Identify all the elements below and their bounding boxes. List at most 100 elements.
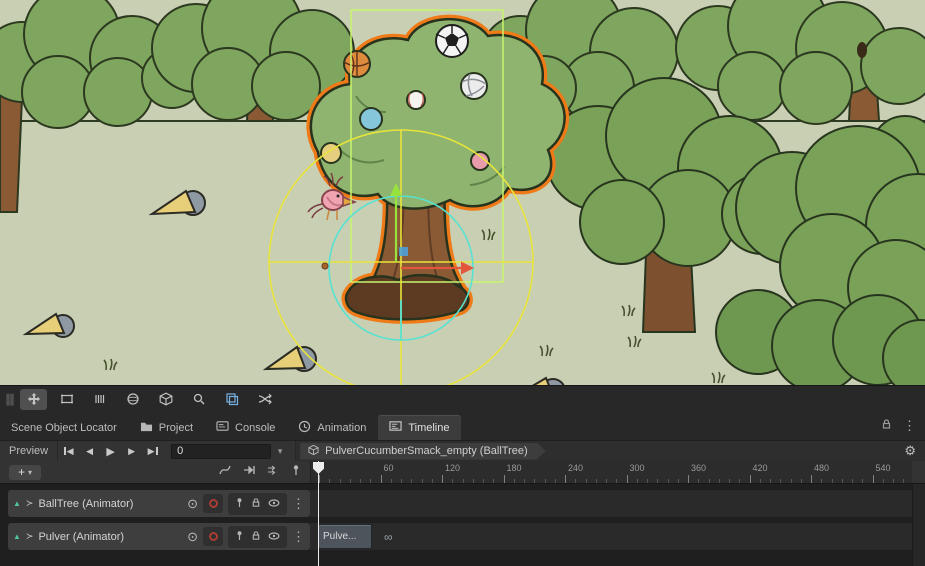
- clip-label: Pulve...: [323, 531, 356, 542]
- track-lane[interactable]: [310, 523, 913, 550]
- animator-icon: ▲: [13, 533, 21, 541]
- tab-bar: Scene Object Locator Project Console Ani…: [0, 412, 925, 440]
- next-frame-button[interactable]: ▶: [121, 441, 142, 462]
- basketball: [344, 51, 370, 77]
- vertical-scrollbar[interactable]: [912, 484, 925, 566]
- timeline-tracks-area: ▲ ≻ BallTree (Animator) ⊙ ⋮ ▲ ≻ Pulver (…: [0, 483, 925, 566]
- toolbar-drag-handle[interactable]: ∥∥: [5, 392, 13, 406]
- ruler-label: 300: [630, 463, 645, 473]
- plus-icon: +: [18, 465, 25, 479]
- target-icon[interactable]: ⊙: [187, 530, 198, 543]
- tab-scene-object-locator[interactable]: Scene Object Locator: [0, 415, 128, 440]
- previous-frame-button[interactable]: ◀: [79, 441, 100, 462]
- baseball: [407, 91, 425, 109]
- ruler-label: 420: [753, 463, 768, 473]
- console-icon: [216, 420, 229, 435]
- rect-tool-icon[interactable]: [53, 389, 80, 410]
- ruler-label: 240: [568, 463, 583, 473]
- breadcrumb-label: PulverCucumberSmack_empty (BallTree): [325, 445, 528, 457]
- timeline-clip[interactable]: Pulve...: [318, 524, 372, 549]
- track-type-icon: ≻: [26, 531, 34, 542]
- clock-icon: [298, 420, 311, 436]
- timeline-body: +▾ 60120180240300360420480540 ▲ ≻ BallTr…: [0, 461, 925, 566]
- scene-view[interactable]: [0, 0, 925, 385]
- preview-label: Preview: [9, 445, 48, 457]
- ruler-label: 480: [814, 463, 829, 473]
- go-to-end-button[interactable]: ▶: [142, 441, 163, 462]
- pin-icon[interactable]: [291, 463, 301, 481]
- breadcrumb[interactable]: PulverCucumberSmack_empty (BallTree): [300, 443, 546, 460]
- kebab-menu-icon[interactable]: ⋮: [292, 529, 305, 545]
- pin-icon[interactable]: [235, 495, 244, 513]
- tab-animation[interactable]: Animation: [287, 415, 377, 440]
- ruler-label: 60: [384, 463, 394, 473]
- infinity-icon: ∞: [384, 524, 393, 549]
- move-tool-icon[interactable]: [20, 389, 47, 410]
- ruler-tick: [688, 475, 689, 483]
- timeline-track-toolbar: +▾ 60120180240300360420480540: [0, 461, 925, 483]
- tab-label: Console: [235, 422, 275, 434]
- frame-options-dropdown[interactable]: ▾: [271, 446, 289, 457]
- tab-project[interactable]: Project: [129, 415, 204, 440]
- track-header-pulver[interactable]: ▲ ≻ Pulver (Animator) ⊙ ⋮: [8, 523, 310, 550]
- pivot-dot: [322, 263, 328, 269]
- tab-timeline[interactable]: Timeline: [378, 415, 460, 440]
- curves-toggle-icon[interactable]: [219, 463, 231, 481]
- track-header-balltree[interactable]: ▲ ≻ BallTree (Animator) ⊙ ⋮: [8, 490, 310, 517]
- ruler-tick: [565, 475, 566, 483]
- track-lane[interactable]: [310, 490, 913, 517]
- track-type-icon: ≻: [26, 498, 34, 509]
- record-ring-icon: [209, 499, 218, 508]
- breadcrumb-bar: PulverCucumberSmack_empty (BallTree) ⚙: [295, 441, 925, 461]
- ruler-tick: [504, 475, 505, 483]
- preview-toggle[interactable]: Preview: [0, 441, 58, 461]
- cube-icon: [308, 444, 319, 459]
- lock-icon[interactable]: [251, 528, 261, 546]
- search-tool-icon[interactable]: [185, 389, 212, 410]
- ruler-tick: [319, 475, 320, 483]
- kebab-menu-icon[interactable]: ⋮: [903, 418, 916, 434]
- ruler-tick: [811, 475, 812, 483]
- tab-label: Scene Object Locator: [11, 422, 117, 434]
- soccer-ball: [436, 25, 468, 57]
- timeline-icon: [389, 420, 402, 435]
- track-label: Pulver (Animator): [38, 531, 182, 543]
- record-button[interactable]: [203, 527, 223, 546]
- layers-tool-icon[interactable]: [218, 389, 245, 410]
- track-label: BallTree (Animator): [38, 498, 182, 510]
- lock-icon[interactable]: [881, 417, 892, 435]
- ruler-label: 540: [876, 463, 891, 473]
- ruler-tick: [442, 475, 443, 483]
- current-frame-field[interactable]: [171, 444, 271, 459]
- go-to-start-button[interactable]: ◀: [58, 441, 79, 462]
- caret-down-icon: ▾: [28, 468, 32, 477]
- timeline-transport: Preview ◀ ◀ ▶ ▶ ▶ ▾ PulverCucumberSmack_…: [0, 440, 925, 461]
- grid-tool-icon[interactable]: [86, 389, 113, 410]
- prefab-tool-icon[interactable]: [152, 389, 179, 410]
- edit-mode-ripple-icon[interactable]: [267, 463, 279, 481]
- record-button[interactable]: [203, 494, 223, 513]
- record-ring-icon: [209, 532, 218, 541]
- sphere-tool-icon[interactable]: [119, 389, 146, 410]
- volleyball: [461, 73, 487, 99]
- ruler-label: 120: [445, 463, 460, 473]
- kebab-menu-icon[interactable]: ⋮: [292, 496, 305, 512]
- pin-icon[interactable]: [235, 528, 244, 546]
- playhead-line[interactable]: [318, 461, 319, 566]
- tab-label: Project: [159, 422, 193, 434]
- blue-ball: [360, 108, 382, 130]
- folder-icon: [140, 420, 153, 435]
- eye-icon[interactable]: [268, 495, 280, 513]
- gear-icon[interactable]: ⚙: [904, 443, 925, 459]
- lock-icon[interactable]: [251, 495, 261, 513]
- timeline-ruler[interactable]: 60120180240300360420480540: [310, 461, 912, 483]
- shuffle-tool-icon[interactable]: [251, 389, 278, 410]
- target-icon[interactable]: ⊙: [187, 497, 198, 510]
- ruler-tick: [627, 475, 628, 483]
- eye-icon[interactable]: [268, 528, 280, 546]
- play-button[interactable]: ▶: [100, 441, 121, 462]
- tab-console[interactable]: Console: [205, 415, 286, 440]
- add-track-button[interactable]: +▾: [9, 465, 41, 480]
- animator-icon: ▲: [13, 500, 21, 508]
- edit-mode-mix-icon[interactable]: [243, 463, 255, 481]
